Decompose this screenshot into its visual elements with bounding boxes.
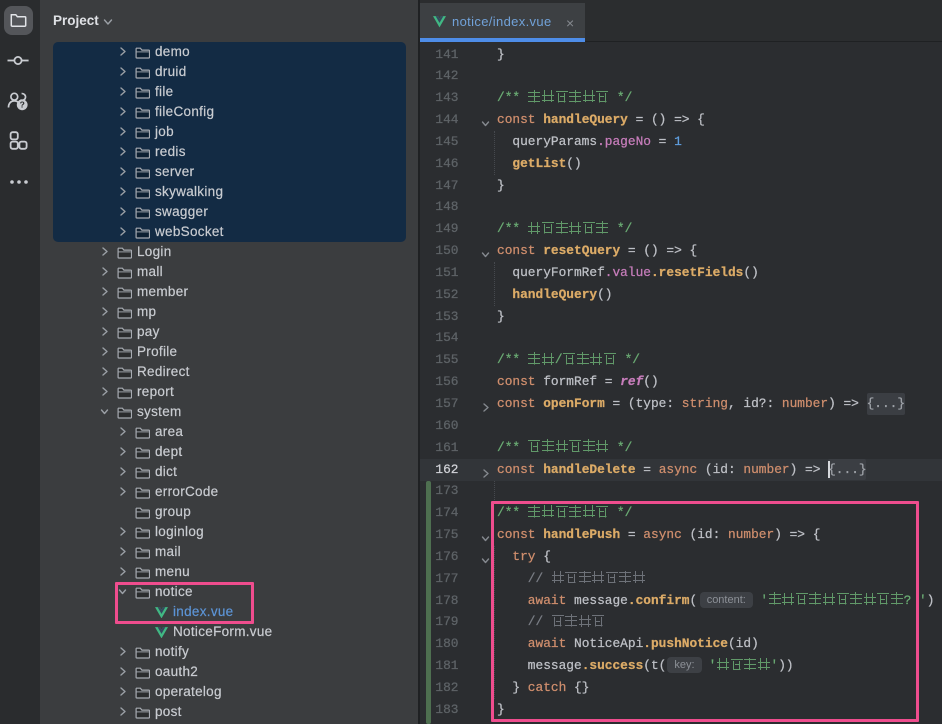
svg-text:?: ?	[20, 100, 25, 110]
